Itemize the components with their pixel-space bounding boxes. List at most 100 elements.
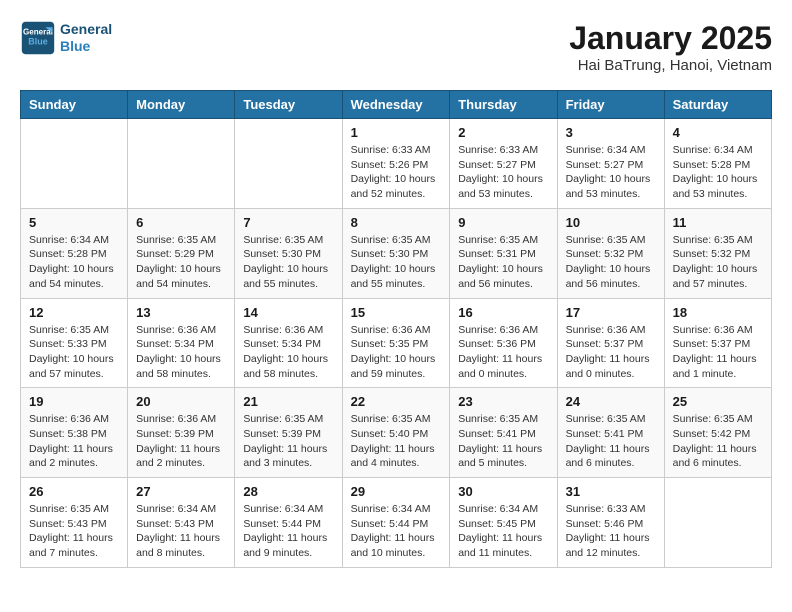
day-info: Sunrise: 6:36 AM Sunset: 5:37 PM Dayligh… [566,323,656,382]
day-info: Sunrise: 6:35 AM Sunset: 5:31 PM Dayligh… [458,233,548,292]
calendar-cell: 9 Sunrise: 6:35 AM Sunset: 5:31 PM Daylig… [450,208,557,298]
calendar-cell [235,119,342,209]
calendar-cell: 17 Sunrise: 6:36 AM Sunset: 5:37 PM Dayli… [557,298,664,388]
calendar-cell: 4 Sunrise: 6:34 AM Sunset: 5:28 PM Daylig… [664,119,771,209]
day-info: Sunrise: 6:35 AM Sunset: 5:40 PM Dayligh… [351,412,442,471]
week-row-2: 5 Sunrise: 6:34 AM Sunset: 5:28 PM Daylig… [21,208,772,298]
weekday-header-monday: Monday [128,91,235,119]
week-row-5: 26 Sunrise: 6:35 AM Sunset: 5:43 PM Dayli… [21,478,772,568]
day-number: 28 [243,484,333,499]
day-number: 4 [673,125,763,140]
page-header: General Blue General Blue January 2025 H… [20,20,772,74]
calendar-cell: 21 Sunrise: 6:35 AM Sunset: 5:39 PM Dayli… [235,388,342,478]
day-number: 2 [458,125,548,140]
calendar-cell: 19 Sunrise: 6:36 AM Sunset: 5:38 PM Dayli… [21,388,128,478]
logo: General Blue General Blue [20,20,112,56]
calendar-cell: 16 Sunrise: 6:36 AM Sunset: 5:36 PM Dayli… [450,298,557,388]
calendar-cell: 27 Sunrise: 6:34 AM Sunset: 5:43 PM Dayli… [128,478,235,568]
day-number: 9 [458,215,548,230]
weekday-header-sunday: Sunday [21,91,128,119]
day-number: 31 [566,484,656,499]
day-number: 27 [136,484,226,499]
day-number: 21 [243,394,333,409]
calendar-cell: 6 Sunrise: 6:35 AM Sunset: 5:29 PM Daylig… [128,208,235,298]
calendar-cell: 26 Sunrise: 6:35 AM Sunset: 5:43 PM Dayli… [21,478,128,568]
day-info: Sunrise: 6:35 AM Sunset: 5:29 PM Dayligh… [136,233,226,292]
day-number: 23 [458,394,548,409]
day-info: Sunrise: 6:35 AM Sunset: 5:41 PM Dayligh… [566,412,656,471]
calendar-cell [128,119,235,209]
calendar-cell: 20Sunrise: 6:36 AM Sunset: 5:39 PM Dayli… [128,388,235,478]
calendar-cell [664,478,771,568]
day-number: 12 [29,305,119,320]
day-info: Sunrise: 6:36 AM Sunset: 5:34 PM Dayligh… [243,323,333,382]
day-number: 18 [673,305,763,320]
day-number: 16 [458,305,548,320]
calendar-cell: 23 Sunrise: 6:35 AM Sunset: 5:41 PM Dayli… [450,388,557,478]
weekday-header-row: SundayMondayTuesdayWednesdayThursdayFrid… [21,91,772,119]
calendar-cell: 3Sunrise: 6:34 AM Sunset: 5:27 PM Daylig… [557,119,664,209]
day-number: 14 [243,305,333,320]
day-info: Sunrise: 6:35 AM Sunset: 5:30 PM Dayligh… [243,233,333,292]
day-number: 1 [351,125,442,140]
calendar-cell: 13Sunrise: 6:36 AM Sunset: 5:34 PM Dayli… [128,298,235,388]
day-info: Sunrise: 6:36 AM Sunset: 5:39 PM Dayligh… [136,412,226,471]
calendar-cell: 22 Sunrise: 6:35 AM Sunset: 5:40 PM Dayli… [342,388,450,478]
day-info: Sunrise: 6:35 AM Sunset: 5:39 PM Dayligh… [243,412,333,471]
day-number: 29 [351,484,442,499]
day-number: 26 [29,484,119,499]
week-row-1: 1 Sunrise: 6:33 AM Sunset: 5:26 PM Daylig… [21,119,772,209]
calendar-cell: 15 Sunrise: 6:36 AM Sunset: 5:35 PM Dayli… [342,298,450,388]
day-info: Sunrise: 6:35 AM Sunset: 5:43 PM Dayligh… [29,502,119,561]
day-info: Sunrise: 6:33 AM Sunset: 5:46 PM Dayligh… [566,502,656,561]
calendar-cell: 1 Sunrise: 6:33 AM Sunset: 5:26 PM Daylig… [342,119,450,209]
calendar-cell: 29Sunrise: 6:34 AM Sunset: 5:44 PM Dayli… [342,478,450,568]
calendar-subtitle: Hai BaTrung, Hanoi, Vietnam [569,57,772,74]
day-info: Sunrise: 6:35 AM Sunset: 5:32 PM Dayligh… [673,233,763,292]
day-info: Sunrise: 6:34 AM Sunset: 5:27 PM Dayligh… [566,143,656,202]
weekday-header-friday: Friday [557,91,664,119]
calendar-title-block: January 2025 Hai BaTrung, Hanoi, Vietnam [569,20,772,74]
calendar-cell: 12Sunrise: 6:35 AM Sunset: 5:33 PM Dayli… [21,298,128,388]
day-number: 19 [29,394,119,409]
day-info: Sunrise: 6:34 AM Sunset: 5:28 PM Dayligh… [29,233,119,292]
day-number: 10 [566,215,656,230]
day-info: Sunrise: 6:33 AM Sunset: 5:26 PM Dayligh… [351,143,442,202]
calendar-cell: 11 Sunrise: 6:35 AM Sunset: 5:32 PM Dayli… [664,208,771,298]
day-info: Sunrise: 6:35 AM Sunset: 5:32 PM Dayligh… [566,233,656,292]
svg-text:Blue: Blue [28,36,48,46]
calendar-cell: 31 Sunrise: 6:33 AM Sunset: 5:46 PM Dayli… [557,478,664,568]
day-number: 7 [243,215,333,230]
logo-text-general: General [60,21,112,38]
day-number: 5 [29,215,119,230]
day-number: 17 [566,305,656,320]
calendar-cell: 30 Sunrise: 6:34 AM Sunset: 5:45 PM Dayli… [450,478,557,568]
day-number: 25 [673,394,763,409]
calendar-cell: 25 Sunrise: 6:35 AM Sunset: 5:42 PM Dayli… [664,388,771,478]
day-info: Sunrise: 6:36 AM Sunset: 5:35 PM Dayligh… [351,323,442,382]
calendar-cell: 5 Sunrise: 6:34 AM Sunset: 5:28 PM Daylig… [21,208,128,298]
day-info: Sunrise: 6:36 AM Sunset: 5:38 PM Dayligh… [29,412,119,471]
calendar-cell: 10 Sunrise: 6:35 AM Sunset: 5:32 PM Dayli… [557,208,664,298]
day-number: 13 [136,305,226,320]
logo-text-blue: Blue [60,38,112,55]
day-number: 15 [351,305,442,320]
day-info: Sunrise: 6:34 AM Sunset: 5:43 PM Dayligh… [136,502,226,561]
weekday-header-saturday: Saturday [664,91,771,119]
calendar-cell: 7 Sunrise: 6:35 AM Sunset: 5:30 PM Daylig… [235,208,342,298]
day-number: 11 [673,215,763,230]
day-info: Sunrise: 6:35 AM Sunset: 5:41 PM Dayligh… [458,412,548,471]
day-info: Sunrise: 6:34 AM Sunset: 5:28 PM Dayligh… [673,143,763,202]
calendar-table: SundayMondayTuesdayWednesdayThursdayFrid… [20,90,772,568]
day-number: 22 [351,394,442,409]
day-number: 6 [136,215,226,230]
day-info: Sunrise: 6:34 AM Sunset: 5:45 PM Dayligh… [458,502,548,561]
day-info: Sunrise: 6:35 AM Sunset: 5:42 PM Dayligh… [673,412,763,471]
day-info: Sunrise: 6:34 AM Sunset: 5:44 PM Dayligh… [243,502,333,561]
day-info: Sunrise: 6:36 AM Sunset: 5:36 PM Dayligh… [458,323,548,382]
day-number: 8 [351,215,442,230]
weekday-header-wednesday: Wednesday [342,91,450,119]
day-number: 30 [458,484,548,499]
calendar-cell: 2Sunrise: 6:33 AM Sunset: 5:27 PM Daylig… [450,119,557,209]
week-row-3: 12Sunrise: 6:35 AM Sunset: 5:33 PM Dayli… [21,298,772,388]
